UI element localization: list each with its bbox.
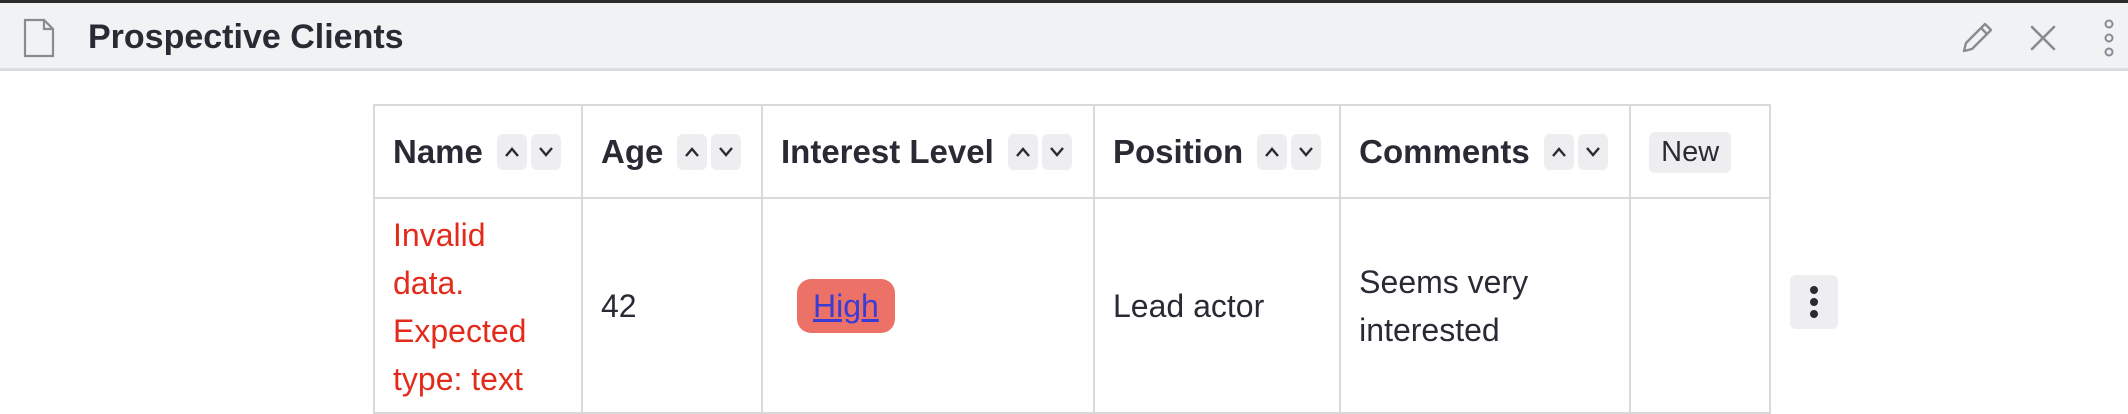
column-label: Comments — [1359, 132, 1530, 170]
column-header-new: New — [1629, 104, 1772, 199]
column-header-name: Name — [373, 104, 583, 199]
new-column-button[interactable]: New — [1649, 131, 1732, 173]
table-row: Invalid data. Expected type: text 42 Hig… — [373, 197, 1772, 414]
column-label: Name — [393, 132, 483, 170]
document-icon — [22, 18, 56, 58]
cell-empty[interactable] — [1629, 197, 1772, 414]
sort-ascending-button[interactable] — [1543, 133, 1574, 170]
row-menu-button[interactable] — [1790, 275, 1838, 329]
chevron-down-icon — [1299, 146, 1314, 157]
cell-name[interactable]: Invalid data. Expected type: text — [373, 197, 583, 414]
interest-level-tag[interactable]: High — [797, 279, 895, 333]
chevron-down-icon — [719, 146, 734, 157]
sort-descending-button[interactable] — [711, 133, 742, 170]
chevron-up-icon — [1265, 146, 1280, 157]
sort-descending-button[interactable] — [1577, 133, 1608, 170]
sort-ascending-button[interactable] — [677, 133, 708, 170]
sort-ascending-button[interactable] — [496, 133, 527, 170]
kebab-menu-icon[interactable] — [2096, 19, 2122, 57]
chevron-down-icon — [538, 146, 553, 157]
cell-position[interactable]: Lead actor — [1092, 197, 1342, 414]
sort-descending-button[interactable] — [530, 133, 561, 170]
page-title: Prospective Clients — [88, 18, 404, 56]
pencil-icon[interactable] — [1958, 19, 1996, 57]
table-header-row: Name Age Interest Level Position Comment… — [373, 104, 1772, 199]
cell-age[interactable]: 42 — [581, 197, 763, 414]
column-header-comments: Comments — [1339, 104, 1632, 199]
cell-interest-level[interactable]: High — [761, 197, 1095, 414]
column-header-age: Age — [581, 104, 763, 199]
sort-ascending-button[interactable] — [1257, 133, 1288, 170]
chevron-up-icon — [685, 146, 700, 157]
position-value: Lead actor — [1113, 288, 1265, 324]
column-header-position: Position — [1092, 104, 1342, 199]
chevron-down-icon — [1585, 146, 1600, 157]
clients-table: Name Age Interest Level Position Comment… — [373, 104, 1772, 414]
kebab-menu-icon — [1810, 286, 1818, 318]
sort-descending-button[interactable] — [1291, 133, 1322, 170]
sort-ascending-button[interactable] — [1007, 133, 1038, 170]
age-value: 42 — [601, 288, 637, 324]
cell-comments[interactable]: Seems very interested — [1339, 197, 1632, 414]
column-label: Interest Level — [781, 132, 994, 170]
chevron-up-icon — [1015, 146, 1030, 157]
chevron-up-icon — [504, 146, 519, 157]
chevron-down-icon — [1049, 146, 1064, 157]
validation-error-text: Invalid data. Expected type: text — [393, 217, 527, 397]
close-icon[interactable] — [2024, 19, 2062, 57]
column-header-interest-level: Interest Level — [761, 104, 1095, 199]
sort-descending-button[interactable] — [1041, 133, 1072, 170]
column-label: Position — [1113, 132, 1244, 170]
column-label: Age — [601, 132, 664, 170]
comments-value: Seems very interested — [1359, 264, 1529, 348]
title-bar: Prospective Clients — [0, 3, 2128, 71]
chevron-up-icon — [1551, 146, 1566, 157]
